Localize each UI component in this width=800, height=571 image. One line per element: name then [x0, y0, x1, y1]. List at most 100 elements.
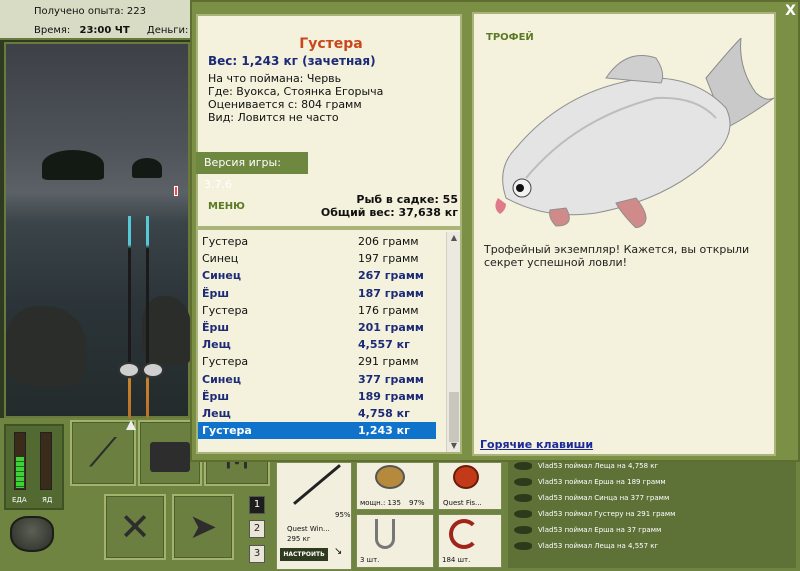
catch-location: Где: Вуокса, Стоянка Егорыча — [208, 85, 384, 98]
cursor-icon — [126, 420, 136, 430]
catch-row[interactable]: Ёрш 189 грамм — [198, 388, 436, 405]
total-weight: Общий вес: 37,638 кг — [320, 206, 458, 219]
hook-slot[interactable]: 3 шт. — [356, 514, 434, 568]
rated-from: Оценивается с: 804 грамм — [208, 98, 362, 111]
reel-icon — [118, 362, 140, 378]
fishing-rod[interactable] — [128, 216, 131, 420]
cauldron-icon[interactable] — [10, 516, 54, 552]
log-item: Vlad53 поймал Леща на 4,557 кг — [514, 538, 658, 554]
shore-rock — [6, 306, 86, 386]
hook-icon — [375, 519, 395, 549]
catch-fish-weight: 176 грамм — [358, 303, 419, 317]
fish-icon — [514, 494, 532, 502]
rod-slot-weight: 295 кг — [287, 535, 311, 543]
catch-fish-weight: 4,557 кг — [358, 338, 410, 352]
catch-row[interactable]: Ёрш 187 грамм — [198, 285, 436, 302]
configure-button[interactable]: НАСТРОИТЬ — [280, 548, 328, 561]
time-label: Время: — [34, 25, 71, 36]
catch-fish-name: Лещ — [202, 338, 231, 352]
fishing-scene[interactable] — [4, 42, 192, 420]
bait-slot[interactable]: 184 шт. — [438, 514, 502, 568]
scroll-down-icon[interactable]: ▼ — [447, 440, 461, 452]
experience-label: Получено опыта: 223 — [34, 6, 146, 17]
rod-slot-icon — [293, 464, 341, 505]
reel-slot-percent: 97% — [409, 499, 425, 507]
menu-button[interactable]: МЕНЮ — [208, 201, 245, 212]
page-button-2[interactable]: 2 — [249, 520, 265, 538]
trophy-text: Трофейный экземпляр! Кажется, вы открыли… — [484, 243, 750, 269]
island-right — [132, 158, 162, 178]
catch-row[interactable]: Синец 197 грамм — [198, 250, 436, 267]
catch-row[interactable]: Лещ 4,557 кг — [198, 336, 436, 353]
catch-fish-name: Густера — [202, 235, 249, 248]
catch-row[interactable]: Густера 176 грамм — [198, 302, 436, 319]
catch-fish-name: Синец — [202, 372, 241, 386]
rod-slot-label: Quest Win... — [287, 525, 330, 533]
catch-fish-weight: 187 грамм — [358, 286, 424, 300]
rod-slot-percent: 95% — [335, 511, 351, 519]
catch-fish-weight: 206 грамм — [358, 235, 419, 248]
catch-row[interactable]: Ёрш 201 грамм — [198, 319, 436, 336]
poison-label: ЯД — [42, 496, 53, 504]
catch-fish-name: Густера — [202, 303, 249, 317]
fish-name: Густера — [299, 36, 363, 52]
scroll-up-icon[interactable]: ▲ — [447, 232, 461, 244]
scroll-thumb[interactable] — [449, 392, 459, 442]
caught-on: На что поймана: Червь — [208, 72, 342, 85]
fish-in-cage: Рыб в садке: 55 — [356, 193, 458, 206]
catch-log: Vlad53 поймал Леща на 4,758 кг Vlad53 по… — [508, 460, 796, 568]
catch-row[interactable]: Густера 206 грамм — [198, 233, 436, 250]
hotkeys-link[interactable]: Горячие клавиши — [480, 438, 593, 451]
arrow-icon: ↘ — [334, 546, 343, 557]
catch-fish-weight: 197 грамм — [358, 252, 419, 266]
catch-fish-weight: 267 грамм — [358, 269, 424, 283]
reel-icon — [142, 362, 164, 378]
catch-fish-weight: 189 грамм — [358, 389, 424, 403]
catch-fish-name: Синец — [202, 252, 239, 266]
worm-icon — [449, 519, 479, 549]
catch-fish-name: Лещ — [202, 407, 231, 420]
catch-fish-weight: 291 грамм — [358, 355, 419, 369]
island-left — [42, 150, 104, 180]
page-button-3[interactable]: 3 — [249, 545, 265, 563]
log-item: Vlad53 поймал Ерша на 189 грамм — [514, 474, 666, 490]
fish-icon — [514, 526, 532, 534]
catch-fish-name: Густера — [202, 424, 252, 438]
money-label: Деньги: — [146, 25, 189, 36]
poison-gauge — [40, 432, 52, 490]
hook-count: 3 шт. — [360, 556, 380, 564]
catch-row[interactable]: Густера 291 грамм — [198, 353, 436, 370]
log-item: Vlad53 поймал Густеру на 291 грамм — [514, 506, 675, 522]
fish-icon — [514, 478, 532, 486]
catch-list-scrollbar[interactable]: ▲ ▼ — [446, 232, 460, 452]
fish-icon — [514, 510, 532, 518]
fish-icon — [514, 462, 532, 470]
fish-weight: Вес: 1,243 кг (зачетная) — [208, 54, 376, 68]
catch-row[interactable]: Синец 267 грамм — [198, 267, 436, 284]
page-button-1[interactable]: 1 — [249, 496, 265, 514]
fishing-rod[interactable] — [146, 216, 149, 420]
line-spool-icon — [453, 465, 479, 489]
catch-row[interactable]: Синец 377 грамм — [198, 371, 436, 388]
fish-icon: ➤ — [188, 507, 218, 547]
fork-knife-icon: ✕ — [119, 505, 151, 549]
catch-fish-weight: 1,243 кг — [358, 424, 410, 438]
bait-count: 184 шт. — [442, 556, 471, 564]
catch-fish-name: Густера — [202, 355, 249, 369]
line-slot[interactable]: Quest Fis... — [438, 462, 502, 510]
fish-tile[interactable]: ➤ — [172, 494, 234, 560]
catch-list[interactable]: Густера 206 грамм Синец 197 грамм Синец 267 г… — [196, 228, 462, 454]
fish-picture — [495, 38, 775, 228]
catch-fish-name: Ёрш — [202, 321, 230, 334]
catch-fish-name: Ёрш — [202, 286, 230, 300]
catch-row[interactable]: Лещ 4,758 кг — [198, 405, 436, 422]
food-tile[interactable]: ✕ — [104, 494, 166, 560]
fish-kind: Вид: Ловится не часто — [208, 111, 339, 124]
catch-fish-weight: 201 грамм — [358, 321, 424, 334]
log-item: Vlad53 поймал Синца на 377 грамм — [514, 490, 669, 506]
close-button[interactable]: X — [781, 0, 800, 22]
catch-row[interactable]: Густера 1,243 кг — [198, 422, 436, 440]
time-value: 23:00 ЧТ — [79, 25, 130, 36]
fish-icon — [514, 542, 532, 550]
reel-slot[interactable]: мощн.: 135 97% — [356, 462, 434, 510]
